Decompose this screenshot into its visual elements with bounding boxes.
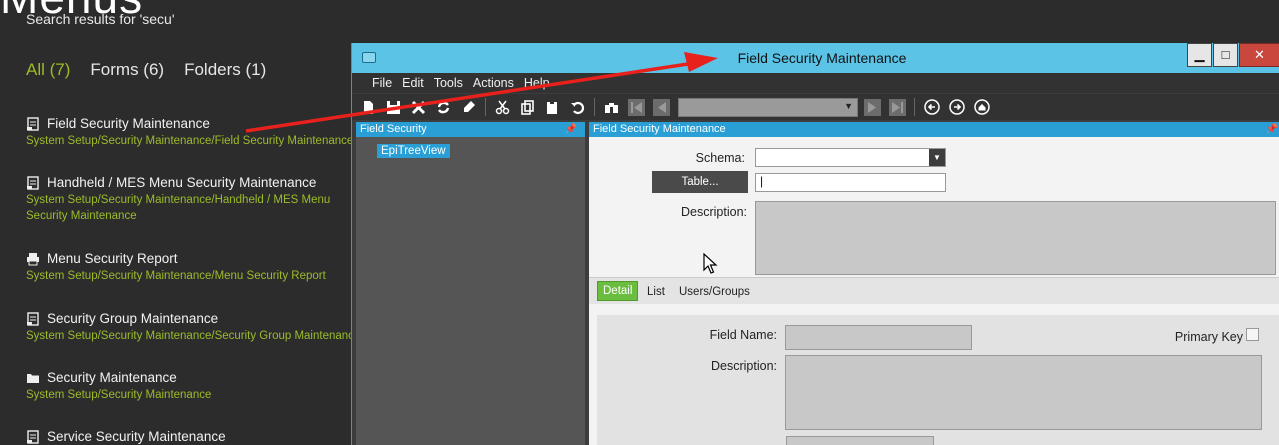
description-label: Description: xyxy=(681,205,747,219)
forward-icon[interactable] xyxy=(948,99,965,116)
filter-forms[interactable]: Forms (6) xyxy=(90,60,164,80)
form-icon xyxy=(27,429,39,444)
detail-tabs: Detail List Users/Groups xyxy=(589,277,1279,304)
paste-icon[interactable] xyxy=(544,99,561,116)
menu-help[interactable]: Help xyxy=(524,76,550,90)
menu-file[interactable]: File xyxy=(372,76,392,90)
field-description-label: Description: xyxy=(711,359,777,373)
field-description-textarea[interactable] xyxy=(785,355,1262,430)
pin-icon[interactable]: 📌 xyxy=(1266,122,1278,137)
result-item[interactable]: Security Group Maintenance System Setup/… xyxy=(26,311,356,344)
result-item[interactable]: Menu Security Report System Setup/Securi… xyxy=(26,251,356,284)
schema-combo[interactable]: ▼ xyxy=(755,148,946,167)
result-path: System Setup/Security Maintenance xyxy=(26,389,212,401)
menu-tools[interactable]: Tools xyxy=(434,76,463,90)
window-title: Field Security Maintenance xyxy=(737,50,907,66)
last-record-icon[interactable] xyxy=(889,98,906,116)
filter-folders[interactable]: Folders (1) xyxy=(184,60,266,80)
tree-panel-header: Field Security 📌 xyxy=(356,122,585,137)
menu-edit[interactable]: Edit xyxy=(402,76,424,90)
search-results-caption: Search results for 'secu' xyxy=(26,11,175,27)
detail-panel-header: Field Security Maintenance 📌 xyxy=(589,122,1279,137)
refresh-icon[interactable] xyxy=(435,99,452,116)
result-item[interactable]: Security Maintenance System Setup/Securi… xyxy=(26,370,356,403)
result-path: System Setup/Security Maintenance/Handhe… xyxy=(26,194,331,222)
filter-tabs: All (7) Forms (6) Folders (1) xyxy=(26,60,286,80)
field-name-input[interactable] xyxy=(785,325,972,350)
field-extra-input[interactable] xyxy=(786,436,934,445)
maximize-button[interactable]: □ xyxy=(1213,43,1238,67)
form-icon xyxy=(27,311,39,326)
binoculars-icon[interactable] xyxy=(603,99,620,116)
printer-icon xyxy=(27,252,39,265)
toolbar-separator xyxy=(485,98,486,116)
menu-actions[interactable]: Actions xyxy=(473,76,514,90)
tree-panel-title: Field Security xyxy=(360,123,427,135)
result-path: System Setup/Security Maintenance/Menu S… xyxy=(26,270,326,282)
tab-users-groups[interactable]: Users/Groups xyxy=(679,286,750,298)
cut-icon[interactable] xyxy=(494,99,511,116)
detail-panel: Field Security Maintenance 📌 Schema: ▼ T… xyxy=(589,122,1279,445)
delete-icon[interactable] xyxy=(410,99,427,116)
folder-icon xyxy=(27,373,39,383)
tree-panel: Field Security 📌 EpiTreeView xyxy=(356,122,585,445)
window-titlebar[interactable]: Field Security Maintenance ▁ □ ✕ xyxy=(352,43,1279,73)
tree-node-epitreeview[interactable]: EpiTreeView xyxy=(377,144,450,158)
record-navigator-combo[interactable]: ▼ xyxy=(678,97,858,117)
toolbar-separator xyxy=(914,98,915,116)
description-textarea[interactable] xyxy=(755,201,1276,275)
save-icon[interactable] xyxy=(385,99,402,116)
new-icon[interactable] xyxy=(360,99,377,116)
result-item[interactable]: Handheld / MES Menu Security Maintenance… xyxy=(26,175,356,224)
mouse-pointer-icon xyxy=(703,253,718,274)
tab-list[interactable]: List xyxy=(647,286,665,298)
result-path: System Setup/Security Maintenance/Securi… xyxy=(26,330,356,342)
form-icon xyxy=(27,116,39,131)
toolbar: ▼ xyxy=(352,94,1279,120)
result-title: Handheld / MES Menu Security Maintenance xyxy=(47,175,317,190)
back-icon[interactable] xyxy=(923,99,940,116)
result-title: Service Security Maintenance xyxy=(47,429,226,444)
field-security-window: Field Security Maintenance ▁ □ ✕ File Ed… xyxy=(351,43,1279,445)
schema-label: Schema: xyxy=(695,151,745,165)
tab-detail[interactable]: Detail xyxy=(597,281,639,301)
result-title: Menu Security Report xyxy=(47,251,178,266)
result-title: Field Security Maintenance xyxy=(47,116,210,131)
chevron-down-icon: ▼ xyxy=(929,149,945,166)
filter-all[interactable]: All (7) xyxy=(26,60,70,80)
copy-icon[interactable] xyxy=(519,99,536,116)
close-button[interactable]: ✕ xyxy=(1239,43,1279,67)
prev-record-icon[interactable] xyxy=(653,98,670,116)
result-title: Security Group Maintenance xyxy=(47,311,219,326)
chevron-down-icon: ▼ xyxy=(844,100,853,111)
toolbar-separator xyxy=(594,98,595,116)
detail-panel-title: Field Security Maintenance xyxy=(593,123,726,135)
result-item[interactable]: Service Security Maintenance xyxy=(26,429,356,444)
pin-icon[interactable]: 📌 xyxy=(565,122,577,137)
home-icon[interactable] xyxy=(973,99,990,116)
next-record-icon[interactable] xyxy=(864,98,881,116)
primary-key-checkbox[interactable] xyxy=(1246,328,1259,341)
form-icon xyxy=(27,175,39,190)
field-name-label: Field Name: xyxy=(709,328,777,342)
result-item[interactable]: Field Security Maintenance System Setup/… xyxy=(26,116,356,149)
first-record-icon[interactable] xyxy=(628,98,645,116)
detail-body: Field Name: Primary Key Description: xyxy=(597,315,1279,445)
menu-bar: File Edit Tools Actions Help xyxy=(352,73,1279,93)
result-title: Security Maintenance xyxy=(47,370,177,385)
clear-icon[interactable] xyxy=(460,99,477,116)
undo-icon[interactable] xyxy=(569,99,586,116)
result-path: System Setup/Security Maintenance/Field … xyxy=(26,135,354,147)
primary-key-label: Primary Key xyxy=(1174,330,1243,344)
minimize-button[interactable]: ▁ xyxy=(1187,43,1212,67)
table-input[interactable]: | xyxy=(755,173,946,192)
table-button[interactable]: Table... xyxy=(652,171,748,193)
